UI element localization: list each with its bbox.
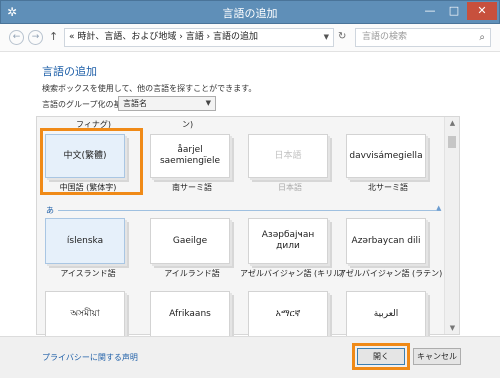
language-native-name: Азәрбајҹан дили: [261, 230, 315, 251]
chevron-down-icon: ▼: [205, 99, 211, 107]
selection-highlight: [40, 128, 143, 195]
language-tile: 日本語: [248, 134, 328, 178]
language-caption: 北サーミ語: [368, 183, 408, 192]
address-bar[interactable]: « 時計、言語、および地域 › 言語 › 言語の追加 ▼: [64, 28, 334, 47]
scroll-thumb[interactable]: [448, 136, 456, 148]
language-tile[interactable]: Afrikaans: [150, 291, 230, 337]
language-caption: アゼルバイジャン語 (キリル): [240, 269, 345, 278]
language-native-name: íslenska: [66, 235, 104, 246]
language-tile[interactable]: íslenska: [45, 218, 125, 264]
title-bar: ✲ 言語の追加 — □ ✕: [0, 0, 500, 24]
navigation-bar: ← → ↑ « 時計、言語、および地域 › 言語 › 言語の追加 ▼ ↻ 言語の…: [0, 24, 500, 52]
language-tile[interactable]: davvisámegiella: [346, 134, 426, 178]
scroll-up-icon[interactable]: ▲: [445, 117, 460, 129]
language-native-name: 日本語: [274, 150, 302, 161]
group-by-value: 言語名: [123, 99, 147, 108]
forward-button[interactable]: →: [28, 30, 43, 45]
breadcrumb: « 時計、言語、および地域 › 言語 › 言語の追加: [69, 32, 259, 42]
language-native-name: አማርኛ: [275, 308, 301, 319]
search-placeholder: 言語の検索: [362, 32, 408, 42]
language-tile[interactable]: অসমীয়া: [45, 291, 125, 337]
section-header: あ: [46, 206, 54, 215]
language-caption: アゼルバイジャン語 (ラテン): [338, 269, 443, 278]
collapse-icon[interactable]: ▲: [436, 204, 441, 212]
language-caption: アイルランド語: [164, 269, 220, 278]
language-tile[interactable]: Азәрбајҹан дили: [248, 218, 328, 264]
language-native-name: العربية: [373, 308, 399, 319]
privacy-link[interactable]: プライバシーに関する声明: [42, 352, 138, 363]
chevron-down-icon[interactable]: ▼: [324, 29, 329, 46]
close-button[interactable]: ✕: [467, 2, 497, 20]
language-tile[interactable]: አማርኛ: [248, 291, 328, 337]
open-button-highlight: [352, 343, 410, 370]
cancel-button[interactable]: キャンセル: [413, 348, 461, 365]
language-native-name: অসমীয়া: [70, 308, 100, 319]
search-icon[interactable]: ⌕: [479, 29, 485, 46]
section-divider: [58, 210, 436, 211]
language-native-name: davvisámegiella: [349, 150, 423, 161]
language-caption: 日本語: [278, 183, 302, 192]
group-by-select[interactable]: 言語名 ▼: [118, 96, 216, 111]
search-input[interactable]: 言語の検索 ⌕: [355, 28, 491, 47]
language-tile[interactable]: Azərbaycan dili: [346, 218, 426, 264]
back-button[interactable]: ←: [9, 30, 24, 45]
partial-caption-right: ン): [182, 120, 194, 129]
language-native-name: åarjel saemiengïele: [159, 145, 221, 166]
refresh-button[interactable]: ↻: [338, 31, 346, 42]
language-tile[interactable]: العربية: [346, 291, 426, 337]
maximize-button[interactable]: □: [443, 2, 465, 20]
language-caption: 南サーミ語: [172, 183, 212, 192]
language-tile[interactable]: Gaeilge: [150, 218, 230, 264]
language-caption: アイスランド語: [60, 269, 116, 278]
up-button[interactable]: ↑: [49, 30, 58, 43]
minimize-button[interactable]: —: [419, 2, 441, 20]
scroll-down-icon[interactable]: ▼: [445, 322, 460, 334]
page-description: 検索ボックスを使用して、他の言語を探すことができます。: [42, 84, 257, 93]
vertical-scrollbar[interactable]: ▲ ▼: [444, 117, 459, 334]
page-title: 言語の追加: [42, 65, 97, 78]
language-native-name: Gaeilge: [172, 235, 208, 246]
language-tile[interactable]: åarjel saemiengïele: [150, 134, 230, 178]
language-native-name: Azərbaycan dili: [351, 235, 421, 246]
language-native-name: Afrikaans: [169, 308, 211, 319]
